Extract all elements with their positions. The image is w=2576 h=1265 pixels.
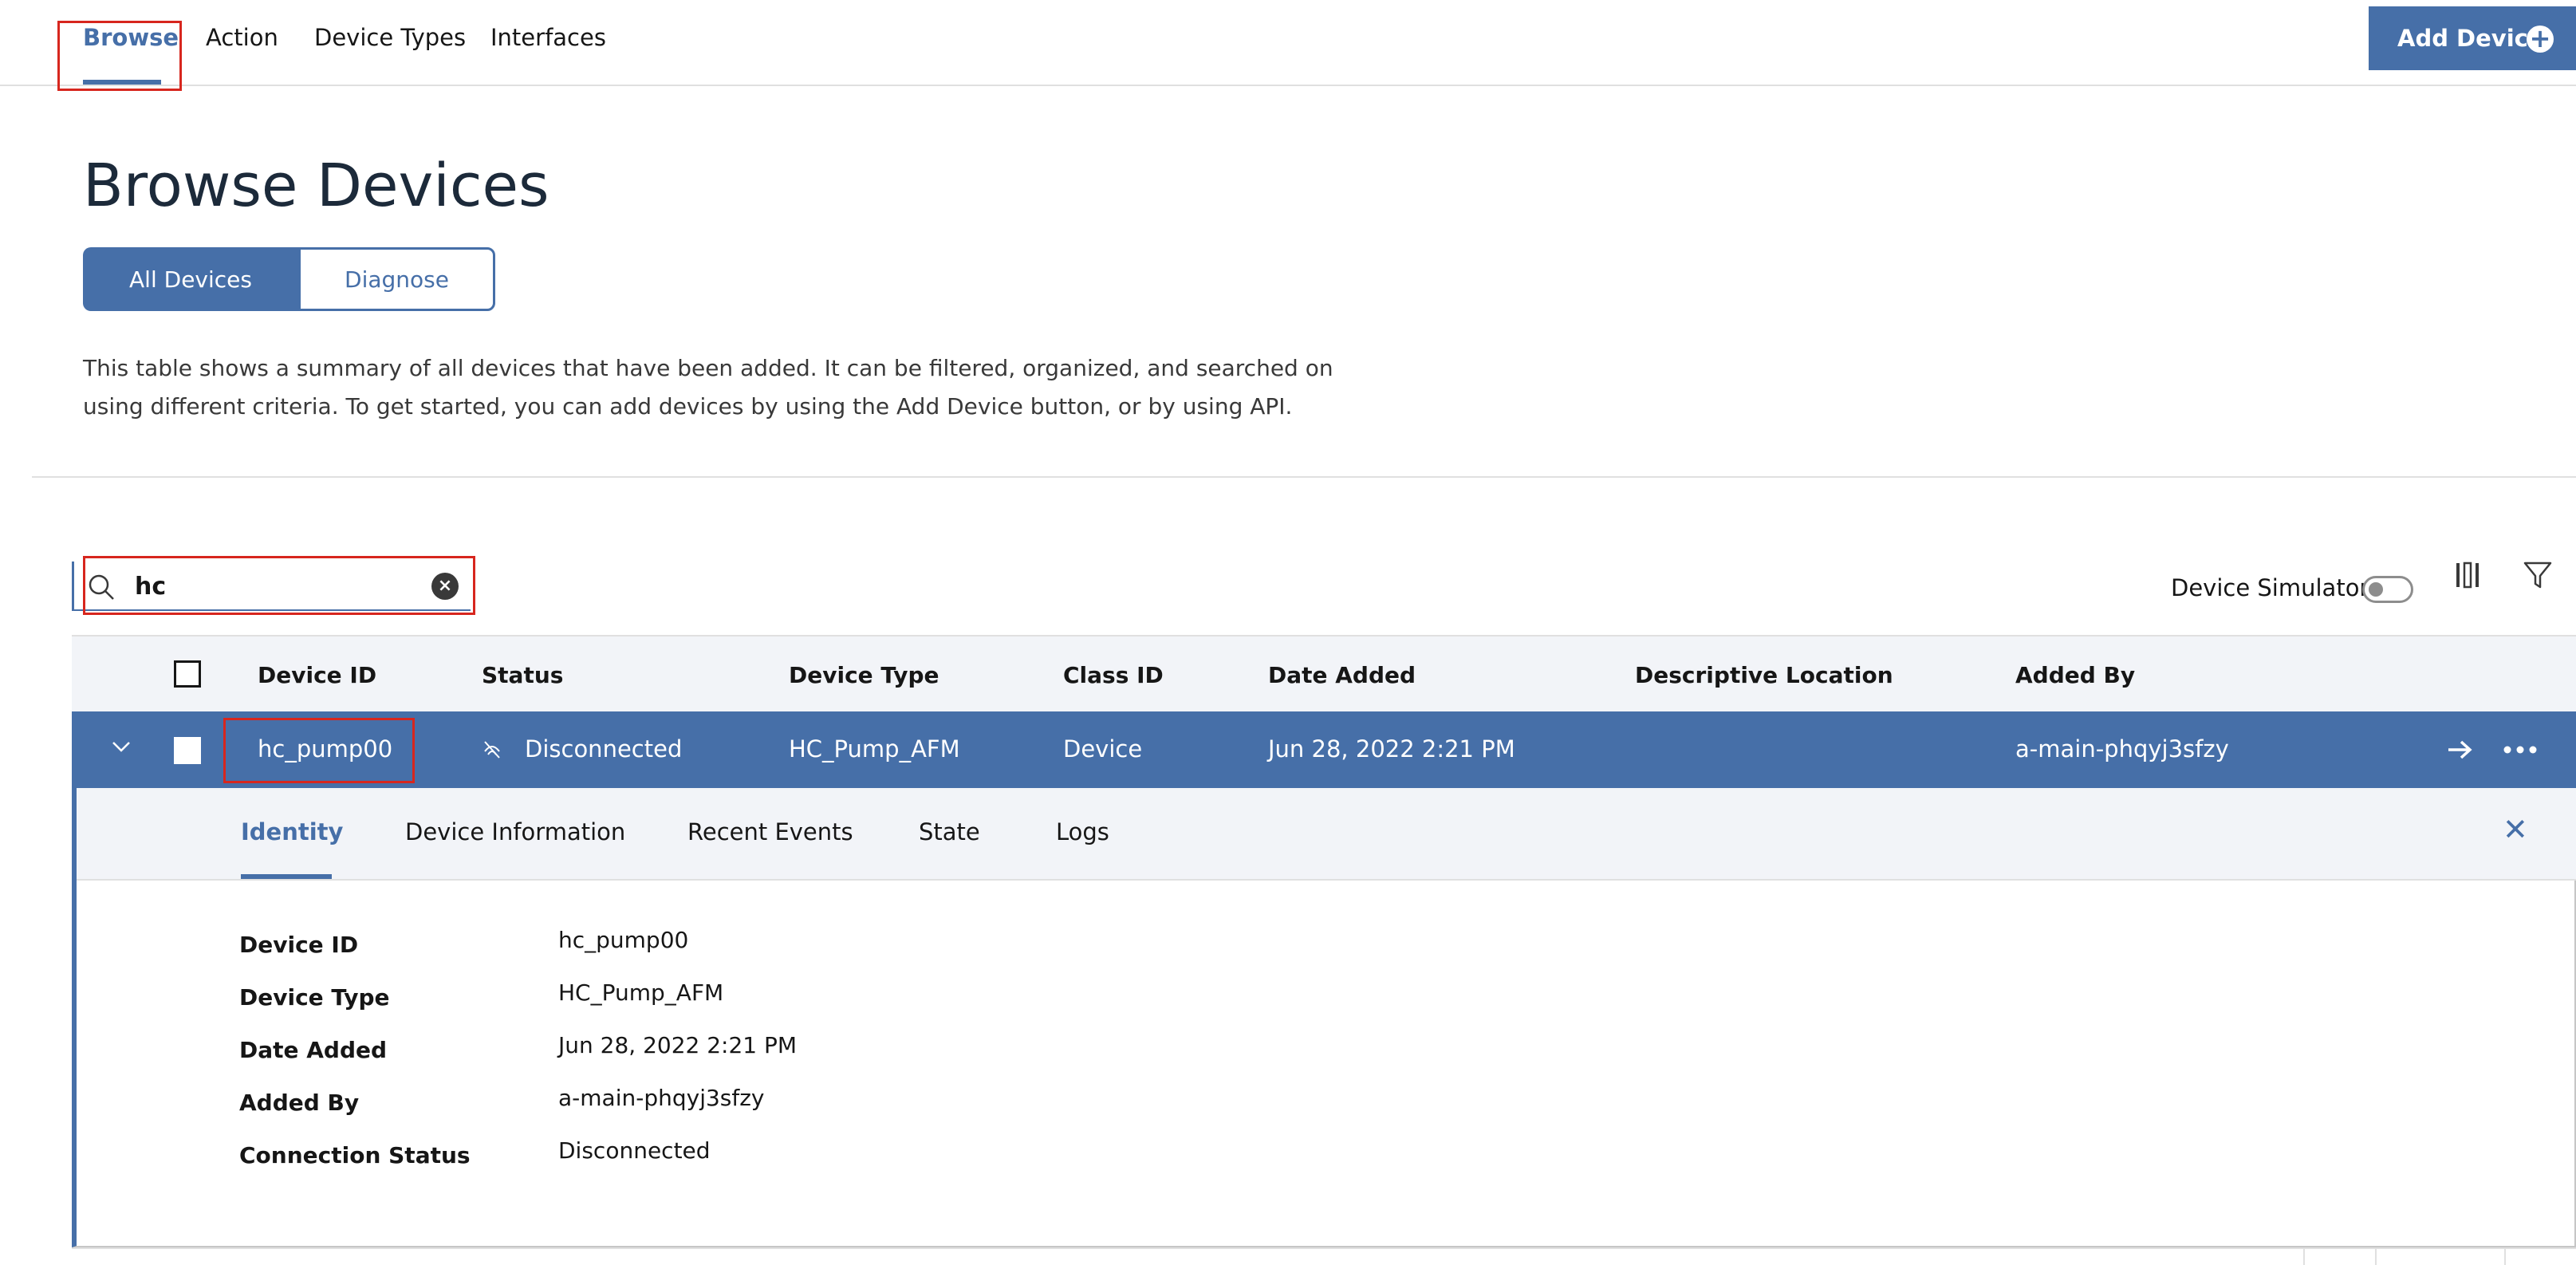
section-divider bbox=[32, 476, 2576, 478]
cell-device-type: HC_Pump_AFM bbox=[789, 735, 960, 763]
column-header-class-id[interactable]: Class ID bbox=[1063, 662, 1164, 688]
field-value-device-id: hc_pump00 bbox=[558, 927, 689, 953]
tab-device-information[interactable]: Device Information bbox=[405, 818, 625, 845]
footer-divider bbox=[2375, 1249, 2377, 1265]
tab-interfaces[interactable]: Interfaces bbox=[490, 24, 606, 51]
active-detail-tab-indicator bbox=[241, 874, 332, 879]
segment-all-devices[interactable]: All Devices bbox=[83, 247, 298, 311]
arrow-right-icon[interactable] bbox=[2444, 734, 2476, 766]
page-title: Browse Devices bbox=[83, 152, 549, 220]
device-simulator-label: Device Simulator bbox=[2171, 574, 2369, 601]
field-value-device-type: HC_Pump_AFM bbox=[558, 979, 724, 1006]
tab-state[interactable]: State bbox=[919, 818, 980, 845]
field-value-connection-status: Disconnected bbox=[558, 1137, 711, 1164]
active-tab-indicator bbox=[83, 80, 161, 85]
column-settings-icon[interactable] bbox=[2450, 558, 2485, 593]
segment-diagnose[interactable]: Diagnose bbox=[298, 247, 495, 311]
search-icon bbox=[89, 574, 114, 600]
top-navigation: Browse Action Device Types Interfaces Ad… bbox=[0, 0, 2576, 91]
plus-circle-icon: + bbox=[2527, 26, 2554, 53]
column-header-date-added[interactable]: Date Added bbox=[1268, 662, 1416, 688]
add-device-button[interactable]: Add Device + bbox=[2369, 6, 2576, 70]
table-footer-edge bbox=[72, 1247, 2576, 1265]
field-label-device-id: Device ID bbox=[239, 932, 359, 958]
disconnected-icon bbox=[484, 741, 500, 759]
field-label-added-by: Added By bbox=[239, 1090, 360, 1116]
footer-divider bbox=[2504, 1249, 2506, 1265]
field-label-device-type: Device Type bbox=[239, 984, 390, 1011]
chevron-down-icon[interactable] bbox=[107, 732, 136, 761]
select-all-checkbox[interactable] bbox=[174, 660, 201, 688]
tab-recent-events[interactable]: Recent Events bbox=[687, 818, 853, 845]
field-label-connection-status: Connection Status bbox=[239, 1142, 471, 1168]
filter-icon[interactable] bbox=[2520, 558, 2555, 593]
field-value-date-added: Jun 28, 2022 2:21 PM bbox=[558, 1032, 798, 1058]
search-input[interactable] bbox=[135, 569, 406, 603]
search-box: × bbox=[72, 562, 471, 611]
column-header-status[interactable]: Status bbox=[482, 662, 563, 688]
tab-identity[interactable]: Identity bbox=[241, 818, 343, 845]
column-header-added-by[interactable]: Added By bbox=[2015, 662, 2135, 688]
field-value-added-by: a-main-phqyj3sfzy bbox=[558, 1085, 765, 1111]
tab-logs[interactable]: Logs bbox=[1056, 818, 1109, 845]
row-checkbox[interactable] bbox=[174, 737, 201, 764]
cell-date-added: Jun 28, 2022 2:21 PM bbox=[1268, 735, 1515, 763]
footer-divider bbox=[2303, 1249, 2305, 1265]
column-header-device-type[interactable]: Device Type bbox=[789, 662, 939, 688]
device-simulator-toggle[interactable] bbox=[2362, 576, 2413, 603]
tab-action[interactable]: Action bbox=[206, 24, 278, 51]
column-header-device-id[interactable]: Device ID bbox=[258, 662, 376, 688]
device-detail-panel: Identity Device Information Recent Event… bbox=[72, 788, 2576, 1247]
detail-tabs: Identity Device Information Recent Event… bbox=[77, 788, 2576, 881]
cell-device-id[interactable]: hc_pump00 bbox=[258, 735, 392, 763]
add-device-label: Add Device bbox=[2397, 25, 2544, 52]
tab-browse[interactable]: Browse bbox=[83, 24, 179, 51]
table-row[interactable]: hc_pump00 Disconnected HC_Pump_AFM Devic… bbox=[72, 711, 2576, 788]
overflow-menu-icon[interactable] bbox=[2501, 734, 2539, 766]
toggle-knob bbox=[2369, 582, 2383, 597]
clear-search-icon[interactable]: × bbox=[431, 573, 459, 600]
page-description: This table shows a summary of all device… bbox=[83, 355, 1333, 420]
cell-added-by: a-main-phqyj3sfzy bbox=[2015, 735, 2229, 763]
column-header-descriptive-location[interactable]: Descriptive Location bbox=[1635, 662, 1893, 688]
close-icon[interactable]: ✕ bbox=[2503, 812, 2528, 847]
cell-class-id: Device bbox=[1063, 735, 1143, 763]
table-header: Device ID Status Device Type Class ID Da… bbox=[72, 635, 2576, 711]
field-label-date-added: Date Added bbox=[239, 1037, 388, 1063]
cell-status: Disconnected bbox=[525, 735, 683, 763]
tab-device-types[interactable]: Device Types bbox=[314, 24, 466, 51]
